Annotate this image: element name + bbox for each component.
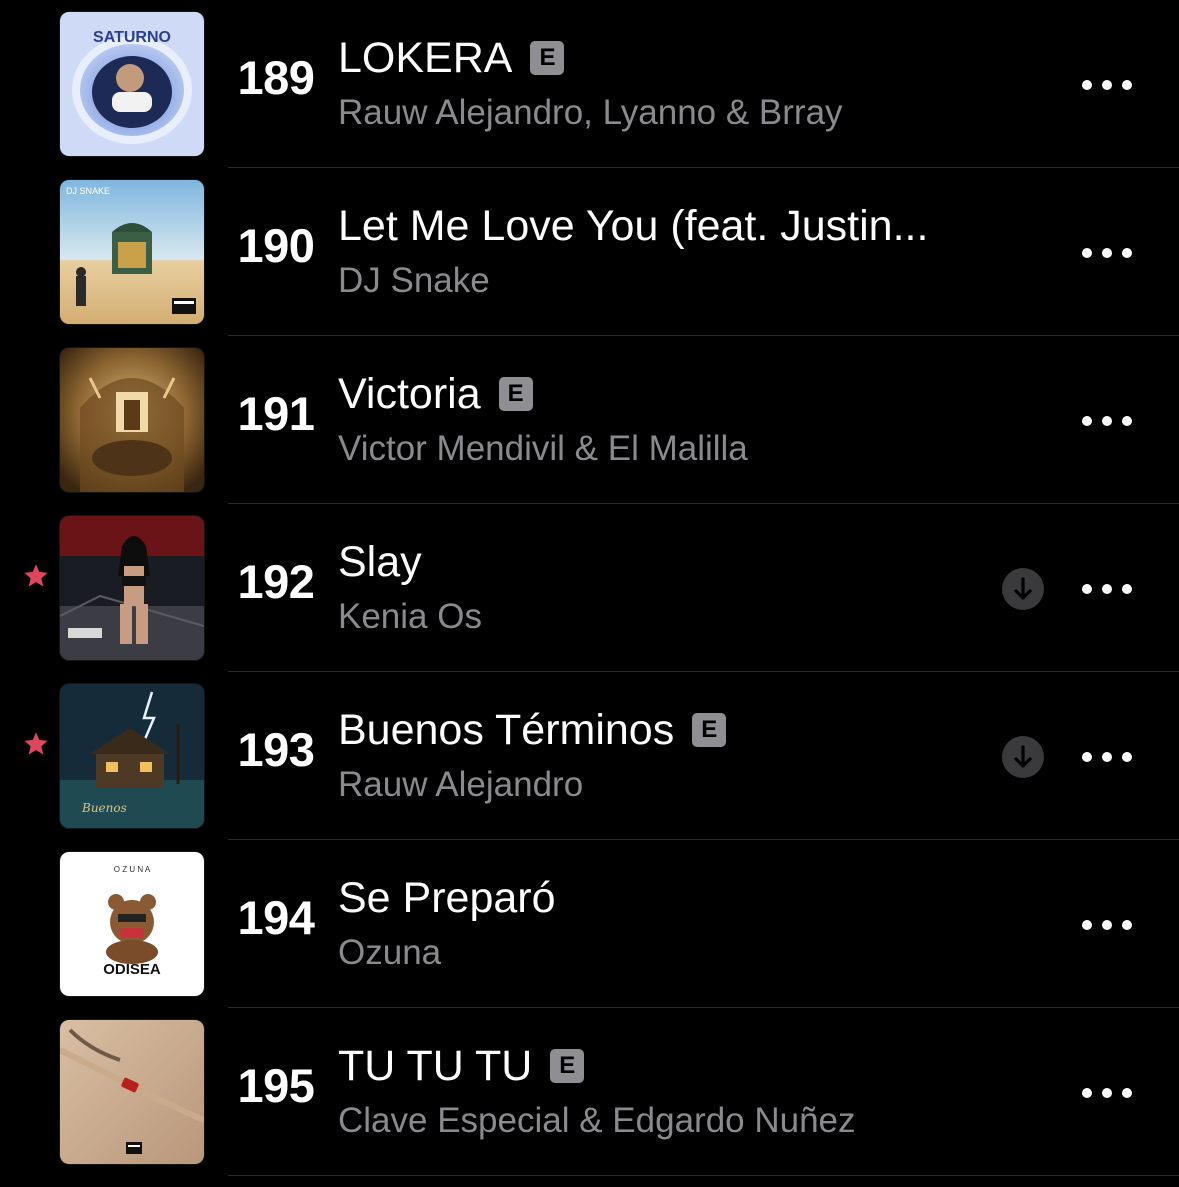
album-artwork-image	[60, 348, 204, 492]
chart-song-list: SATURNO 189 LOKERA E Rauw Alejandro, Lya…	[0, 0, 1179, 1187]
chart-rank: 189	[237, 51, 315, 104]
song-title[interactable]: Se Preparó	[338, 874, 556, 923]
song-artist[interactable]: Rauw Alejandro	[338, 765, 583, 805]
ellipsis-icon[interactable]	[1078, 70, 1136, 100]
song-row[interactable]: SATURNO 189 LOKERA E Rauw Alejandro, Lya…	[0, 0, 1179, 168]
title-line: Slay	[338, 532, 422, 592]
ellipsis-icon[interactable]	[1078, 574, 1136, 604]
song-row[interactable]: Buenos 193 Buenos Términos E Rauw Alejan…	[0, 672, 1179, 840]
explicit-badge: E	[550, 1049, 585, 1083]
svg-text:DJ SNAKE: DJ SNAKE	[66, 186, 110, 196]
song-title[interactable]: LOKERA	[338, 34, 512, 83]
ellipsis-icon[interactable]	[1078, 1078, 1136, 1108]
song-artist[interactable]: DJ Snake	[338, 261, 490, 301]
song-artist[interactable]: Victor Mendivil & El Malilla	[338, 429, 748, 469]
album-artwork-image	[60, 516, 204, 660]
chart-rank: 191	[237, 387, 315, 440]
title-line: Victoria E	[338, 364, 533, 424]
album-artwork[interactable]	[60, 348, 204, 492]
song-title[interactable]: Buenos Términos	[338, 706, 674, 755]
album-artwork[interactable]: ODISEA O Z U N A	[60, 852, 204, 996]
song-artist[interactable]: Rauw Alejandro, Lyanno & Brray	[338, 93, 843, 133]
album-artwork[interactable]: Buenos	[60, 684, 204, 828]
song-title[interactable]: Victoria	[338, 370, 481, 419]
song-row[interactable]: 191 Victoria E Victor Mendivil & El Mali…	[0, 336, 1179, 504]
song-row[interactable]: DJ SNAKE 190 Let Me Love You (feat. Just…	[0, 168, 1179, 336]
title-line: Se Preparó	[338, 868, 556, 928]
song-row[interactable]: ODISEA O Z U N A 194 Se Preparó Ozuna	[0, 840, 1179, 1008]
album-artwork[interactable]	[60, 1020, 204, 1164]
album-artwork-image: Buenos	[60, 684, 204, 828]
explicit-badge: E	[692, 713, 727, 747]
star-icon	[24, 732, 48, 755]
download-arrow-icon[interactable]	[1002, 568, 1044, 610]
album-artwork[interactable]: SATURNO	[60, 12, 204, 156]
chart-rank: 192	[237, 555, 315, 608]
ellipsis-icon[interactable]	[1078, 406, 1136, 436]
explicit-badge: E	[498, 377, 533, 411]
chart-rank: 190	[237, 219, 315, 272]
album-artwork-image: DJ SNAKE	[60, 180, 204, 324]
song-artist[interactable]: Clave Especial & Edgardo Nuñez	[338, 1101, 856, 1141]
ellipsis-icon[interactable]	[1078, 238, 1136, 268]
song-artist[interactable]: Ozuna	[338, 933, 441, 973]
chart-rank: 194	[237, 891, 315, 944]
svg-text:O Z U N A: O Z U N A	[114, 865, 151, 874]
song-artist[interactable]: Kenia Os	[338, 597, 482, 637]
song-title[interactable]: TU TU TU	[338, 1042, 532, 1091]
song-title[interactable]: Let Me Love You (feat. Justin...	[338, 202, 928, 251]
ellipsis-icon[interactable]	[1078, 742, 1136, 772]
album-artwork-image: SATURNO	[60, 12, 204, 156]
download-arrow-icon[interactable]	[1002, 736, 1044, 778]
album-artwork-image: ODISEA O Z U N A	[60, 852, 204, 996]
album-artwork[interactable]: DJ SNAKE	[60, 180, 204, 324]
title-line: Buenos Términos E	[338, 700, 727, 760]
ellipsis-icon[interactable]	[1078, 910, 1136, 940]
title-line: LOKERA E	[338, 28, 565, 88]
album-artwork-image	[60, 1020, 204, 1164]
song-title[interactable]: Slay	[338, 538, 422, 587]
song-row[interactable]: 192 Slay Kenia Os	[0, 504, 1179, 672]
title-line: Let Me Love You (feat. Justin...	[338, 196, 928, 256]
svg-text:ODISEA: ODISEA	[103, 961, 161, 978]
song-row[interactable]: 195 TU TU TU E Clave Especial & Edgardo …	[0, 1008, 1179, 1176]
star-icon	[24, 564, 48, 587]
chart-rank: 195	[237, 1059, 315, 1112]
explicit-badge: E	[530, 41, 565, 75]
title-line: TU TU TU E	[338, 1036, 585, 1096]
svg-text:SATURNO: SATURNO	[93, 29, 171, 46]
chart-rank: 193	[237, 723, 315, 776]
svg-text:Buenos: Buenos	[81, 801, 127, 815]
album-artwork[interactable]	[60, 516, 204, 660]
